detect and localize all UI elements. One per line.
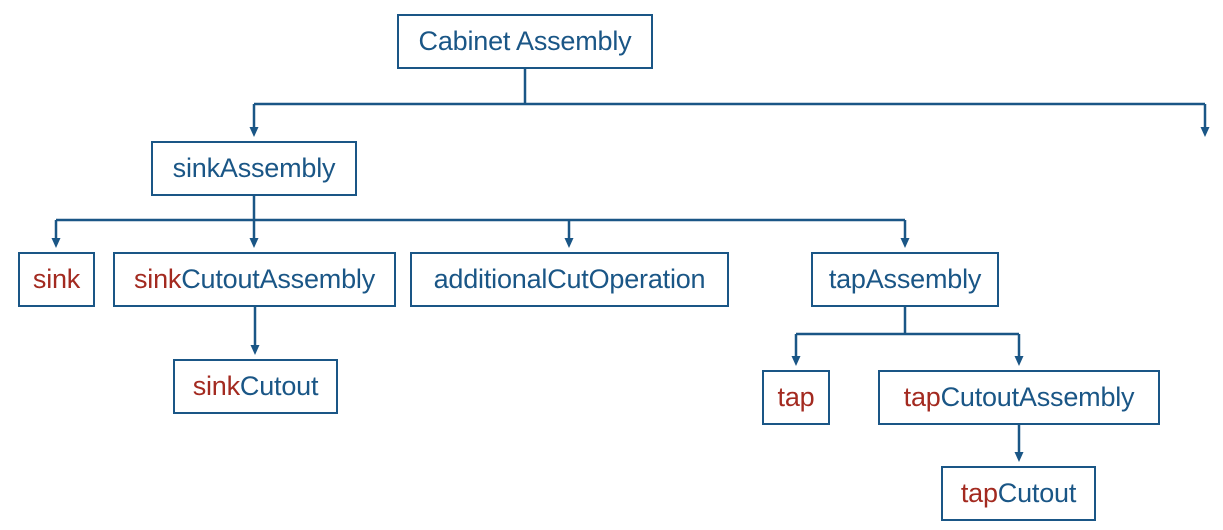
node-sinkCutoutAssembly[interactable]: sinkCutoutAssembly: [113, 252, 396, 307]
edge-cabinet-to-sinkassembly: [249, 69, 1205, 137]
node-sinkAssembly[interactable]: sinkAssembly: [151, 141, 357, 196]
node-label-additionalCutOperation: additionalCutOperation: [434, 266, 706, 293]
node-label-segment: additionalCutOperation: [433, 264, 706, 294]
node-label-tapCutout: tapCutout: [961, 480, 1076, 507]
node-additionalCutOperation[interactable]: additionalCutOperation: [410, 252, 729, 307]
node-label-tap: tap: [778, 384, 815, 411]
node-label-segment: tap: [777, 382, 815, 412]
diagram-canvas: Cabinet Assembly sinkAssembly sink sinkCuto…: [0, 0, 1223, 530]
node-label-segment: sink: [192, 371, 240, 401]
node-sink[interactable]: sink: [18, 252, 95, 307]
node-tapCutoutAssembly[interactable]: tapCutoutAssembly: [878, 370, 1160, 425]
node-cabinetAssembly[interactable]: Cabinet Assembly: [397, 14, 653, 69]
node-label-cabinetAssembly: Cabinet Assembly: [419, 28, 632, 55]
node-sinkCutout[interactable]: sinkCutout: [173, 359, 338, 414]
node-label-segment: Cutout: [239, 371, 319, 401]
edge-tapassembly-fanout: [791, 307, 1024, 366]
node-label-segment: tap: [903, 382, 941, 412]
node-label-sinkCutoutAssembly: sinkCutoutAssembly: [134, 266, 375, 293]
node-label-segment: Cutout: [997, 478, 1077, 508]
node-tapAssembly[interactable]: tapAssembly: [811, 252, 999, 307]
node-label-segment: sink: [134, 264, 182, 294]
node-label-segment: CutoutAssembly: [181, 264, 375, 294]
node-label-sinkCutout: sinkCutout: [193, 373, 319, 400]
node-label-segment: sinkAssembly: [172, 153, 336, 183]
node-tap[interactable]: tap: [762, 370, 830, 425]
node-label-sink: sink: [33, 266, 80, 293]
node-label-segment: Cabinet Assembly: [418, 26, 632, 56]
node-label-tapCutoutAssembly: tapCutoutAssembly: [904, 384, 1135, 411]
node-label-segment: sink: [32, 264, 81, 294]
edge-sinkassembly-fanout: [51, 196, 910, 248]
node-label-segment: CutoutAssembly: [940, 382, 1135, 412]
node-label-segment: tap: [960, 478, 998, 508]
node-label-sinkAssembly: sinkAssembly: [173, 155, 336, 182]
node-tapCutout[interactable]: tapCutout: [941, 466, 1096, 521]
node-label-tapAssembly: tapAssembly: [828, 264, 982, 294]
node-label-segment: tapAssembly: [828, 264, 982, 294]
